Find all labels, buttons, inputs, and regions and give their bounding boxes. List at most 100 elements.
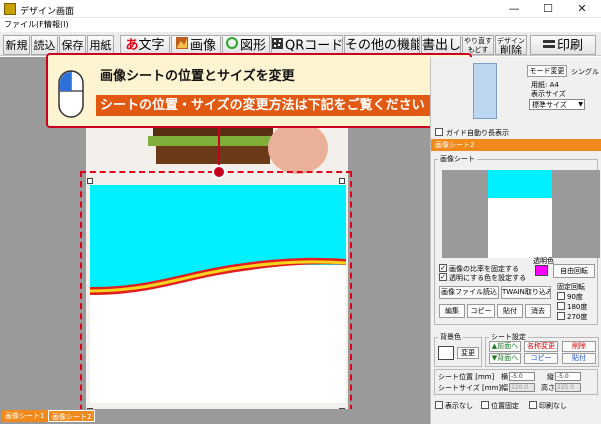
image-button[interactable]: 画像 <box>171 35 221 55</box>
load-image-file-button[interactable]: 画像ファイル読込 <box>439 286 499 299</box>
paste-button[interactable]: 貼付 <box>497 304 523 318</box>
background-color-group: 背景色 変更 <box>434 332 482 367</box>
transparent-color-swatch[interactable] <box>535 265 548 276</box>
bg-color-label: 背景色 <box>438 332 463 342</box>
resize-handle-nw[interactable] <box>87 178 93 184</box>
properties-panel: モード変更 シングル 用紙: A4 表示サイズ 標準サイズ ガイド自動り長表示 … <box>430 57 601 424</box>
print-button[interactable]: 印刷 <box>530 35 596 55</box>
delete-bottom-label: 削除 <box>500 44 522 55</box>
qr-button-label: QRコード <box>285 38 343 54</box>
hide-label: 表示なし <box>445 402 473 410</box>
transparent-color-label: 透明にする色を設定する <box>449 274 527 282</box>
background-color-swatch[interactable] <box>438 346 454 360</box>
new-button[interactable]: 新規 <box>3 35 30 55</box>
instruction-callout: 画像シートの位置とサイズを変更 シートの位置・サイズの変更方法は下記をご覧くださ… <box>46 53 472 128</box>
redo-top-label: やり直す <box>464 37 492 45</box>
save-button[interactable]: 保存 <box>59 35 86 55</box>
position-lock-checkbox[interactable] <box>481 401 489 409</box>
resize-handle-ne[interactable] <box>339 178 345 184</box>
thumb-cyan <box>488 170 552 198</box>
guide-auto-checkbox[interactable] <box>435 128 443 136</box>
sheet-settings-group: シート設定 ▲前面へ ▼背面へ 名称変更 コピー 削除 貼付 <box>485 332 599 367</box>
erase-button[interactable]: 消去 <box>525 304 551 318</box>
paper-preview <box>473 63 497 119</box>
y-position-field[interactable]: -5.0 <box>555 372 581 381</box>
paper-button[interactable]: 用紙 <box>87 35 114 55</box>
write-out-button[interactable]: 書出し <box>421 35 461 55</box>
position-size-group: シート位置 [mm] シートサイズ [mm] 横 -5.0 縦 -5.0 幅 2… <box>434 369 598 395</box>
title-bar: デザイン画面 — ☐ ✕ <box>0 0 601 18</box>
position-lock-label: 位置固定 <box>491 402 519 410</box>
x-position-field[interactable]: -5.0 <box>509 372 535 381</box>
sheet-tab-1[interactable]: 画像シート1 <box>2 410 48 422</box>
single-mode-label: シングル <box>571 68 599 76</box>
minimize-button[interactable]: — <box>497 0 531 18</box>
sheet-copy-button[interactable]: コピー <box>524 353 558 364</box>
to-front-button[interactable]: ▲前面へ <box>489 341 521 352</box>
thumb-white <box>488 198 552 258</box>
rotate-180-label: 180度 <box>567 303 588 311</box>
y-label: 縦 <box>547 373 554 381</box>
text-glyph-icon: あ <box>125 38 139 53</box>
image-sheet-group: 画像シート ✓ 画像の比率を固定する ✓ 透明にする色を設定する 透明色 自由回… <box>434 154 600 325</box>
print-button-label: 印刷 <box>556 38 583 54</box>
display-size-select[interactable]: 標準サイズ <box>529 99 585 110</box>
hide-checkbox[interactable] <box>435 401 443 409</box>
guide-auto-label: ガイド自動り長表示 <box>446 129 509 137</box>
menu-file[interactable]: ファイル(F) <box>4 19 47 30</box>
qr-button[interactable]: QRコード <box>271 35 343 55</box>
rename-button[interactable]: 名称変更 <box>524 341 558 352</box>
width-label: 幅 <box>501 384 508 392</box>
sheet-header: 画像シート2 <box>431 139 601 151</box>
sheet-position-label: シート位置 [mm] <box>438 373 495 381</box>
other-functions-button[interactable]: その他の機能 <box>344 35 420 55</box>
copy-button[interactable]: コピー <box>467 304 495 318</box>
callout-anchor-dot <box>212 165 226 179</box>
width-field[interactable]: 220.0 <box>509 383 535 392</box>
sheet-size-label: シートサイズ [mm] <box>438 384 502 392</box>
sheet-tab-bar: 画像シート1 画像シート2 <box>0 409 430 424</box>
shape-button[interactable]: 図形 <box>222 35 270 55</box>
window-title: デザイン画面 <box>20 7 75 17</box>
menu-bar: ファイル(F) 情報(I) <box>0 18 601 31</box>
rotate-270-checkbox[interactable] <box>557 312 565 320</box>
selection-frame[interactable] <box>80 171 352 421</box>
text-button[interactable]: あ文字 <box>120 35 170 55</box>
image-sheet-group-label: 画像シート <box>438 154 477 164</box>
rotate-90-label: 90度 <box>567 293 583 301</box>
x-label: 横 <box>501 373 508 381</box>
height-field[interactable]: 225.0 <box>555 383 581 392</box>
rotate-270-label: 270度 <box>567 313 588 321</box>
sheet-delete-button[interactable]: 削除 <box>562 341 596 352</box>
no-print-checkbox[interactable] <box>529 401 537 409</box>
load-button[interactable]: 読込 <box>31 35 58 55</box>
sheet-tab-2[interactable]: 画像シート2 <box>48 410 96 422</box>
bg-change-button[interactable]: 変更 <box>457 347 479 359</box>
delete-design-button[interactable]: デザイン 削除 <box>495 35 527 55</box>
maximize-button[interactable]: ☐ <box>531 0 565 18</box>
rotate-90-checkbox[interactable] <box>557 292 565 300</box>
redo-button[interactable]: やり直す もどす <box>462 35 494 55</box>
mouse-icon <box>58 63 84 119</box>
transparent-color-checkbox[interactable]: ✓ <box>439 273 447 281</box>
display-size-label: 表示サイズ <box>531 90 566 98</box>
shape-button-label: 図形 <box>239 38 266 54</box>
sheet-paste-button[interactable]: 貼付 <box>562 353 596 364</box>
twain-button[interactable]: TWAIN取り込み <box>501 286 551 299</box>
menu-info[interactable]: 情報(I) <box>44 19 69 30</box>
rotate-180-checkbox[interactable] <box>557 302 565 310</box>
close-button[interactable]: ✕ <box>565 0 599 18</box>
image-thumbnail <box>442 170 600 258</box>
free-rotate-button[interactable]: 自由回転 <box>553 264 595 278</box>
edit-button[interactable]: 編集 <box>439 304 465 318</box>
fix-ratio-checkbox[interactable]: ✓ <box>439 264 447 272</box>
mode-change-button[interactable]: モード変更 <box>527 65 567 77</box>
height-label: 高さ <box>541 384 555 392</box>
image-button-label: 画像 <box>189 38 216 54</box>
callout-title: 画像シートの位置とサイズを変更 <box>100 69 295 84</box>
text-button-label: 文字 <box>138 38 165 53</box>
to-back-button[interactable]: ▼背面へ <box>489 353 521 364</box>
no-print-label: 印刷なし <box>539 402 567 410</box>
print-icon <box>542 36 555 54</box>
fixed-rotate-label: 固定回転 <box>557 283 585 291</box>
